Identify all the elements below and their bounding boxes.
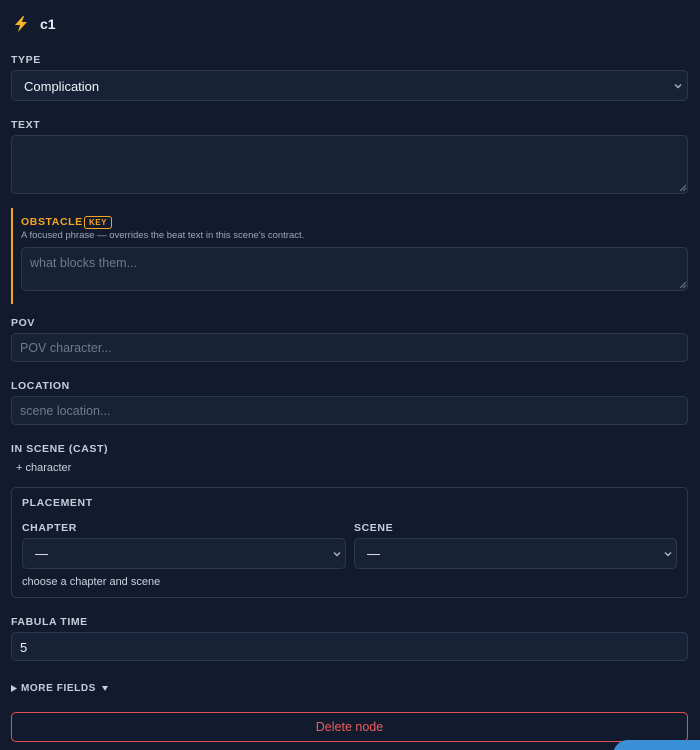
- pov-input[interactable]: POV character...: [11, 333, 688, 362]
- type-select[interactable]: Complication: [11, 70, 688, 101]
- caret-down-icon: [101, 685, 108, 691]
- fabula-time-label: FABULA TIME: [11, 616, 88, 628]
- obstacle-accent-bar: [11, 208, 13, 304]
- add-character-button[interactable]: + character: [16, 462, 71, 474]
- pov-placeholder: POV character...: [20, 341, 112, 355]
- scene-select-value: —: [367, 546, 380, 561]
- resize-handle-icon[interactable]: [679, 184, 687, 192]
- obstacle-help-text: A focused phrase — overrides the beat te…: [21, 230, 305, 241]
- placement-label: PLACEMENT: [22, 497, 93, 509]
- more-fields-toggle[interactable]: MORE FIELDS: [11, 683, 108, 694]
- chapter-label: CHAPTER: [22, 522, 77, 534]
- delete-node-button[interactable]: Delete node: [11, 712, 688, 742]
- chevron-down-icon: [664, 552, 672, 557]
- fabula-time-input[interactable]: 5: [11, 632, 688, 661]
- location-placeholder: scene location...: [20, 404, 111, 418]
- chapter-select-value: —: [35, 546, 48, 561]
- pov-label: POV: [11, 317, 35, 329]
- text-textarea[interactable]: [11, 135, 688, 194]
- fabula-time-value: 5: [20, 640, 28, 655]
- caret-right-icon: [11, 684, 17, 692]
- placement-hint: choose a chapter and scene: [22, 576, 161, 588]
- node-inspector-panel: c1 TYPE Complication TEXT OBSTACLE KEY A…: [0, 0, 700, 750]
- chapter-select[interactable]: —: [22, 538, 346, 569]
- location-input[interactable]: scene location...: [11, 396, 688, 425]
- scene-select[interactable]: —: [354, 538, 677, 569]
- location-label: LOCATION: [11, 380, 70, 392]
- obstacle-placeholder: what blocks them...: [30, 256, 137, 270]
- more-fields-label: MORE FIELDS: [21, 683, 96, 694]
- resize-handle-icon[interactable]: [679, 281, 687, 289]
- lightning-icon: [15, 16, 27, 32]
- node-title: c1: [40, 16, 56, 32]
- text-label: TEXT: [11, 119, 41, 131]
- type-select-value: Complication: [24, 79, 100, 94]
- chevron-down-icon: [674, 84, 682, 89]
- obstacle-textarea[interactable]: what blocks them...: [21, 247, 688, 291]
- scene-label: SCENE: [354, 522, 394, 534]
- floating-action-button[interactable]: [613, 740, 700, 750]
- obstacle-label: OBSTACLE: [21, 216, 83, 228]
- cast-label: IN SCENE (CAST): [11, 443, 109, 455]
- type-label: TYPE: [11, 54, 41, 66]
- key-badge: KEY: [84, 216, 112, 229]
- chevron-down-icon: [333, 552, 341, 557]
